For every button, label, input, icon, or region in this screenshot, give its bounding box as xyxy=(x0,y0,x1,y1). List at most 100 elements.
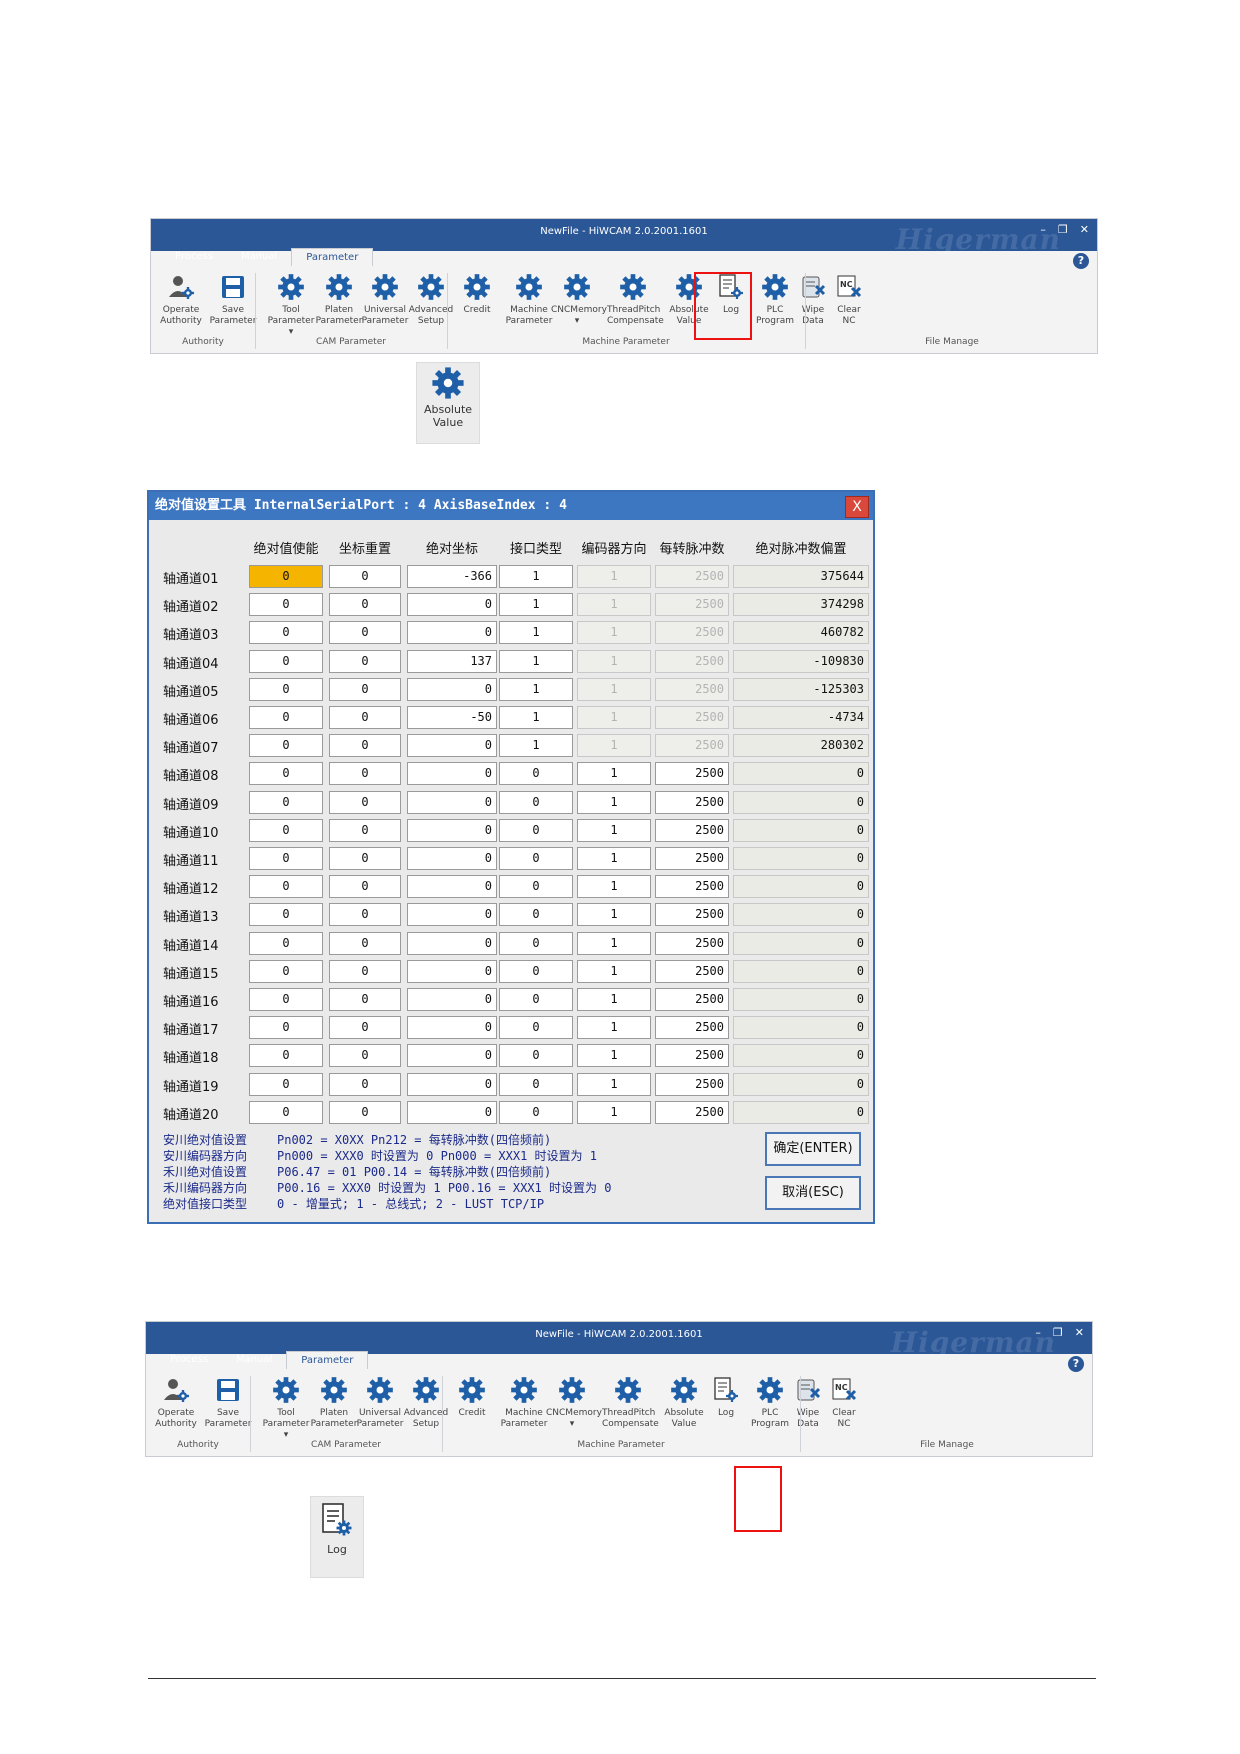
reset-cell[interactable]: 0 xyxy=(329,1100,401,1124)
enable-cell[interactable]: 0 xyxy=(249,1072,323,1096)
interface-type-cell[interactable]: 0 xyxy=(499,931,573,955)
encoder-dir-cell[interactable]: 1 xyxy=(577,903,651,927)
enable-cell[interactable]: 0 xyxy=(249,847,323,870)
thread-pitch-compensate-button[interactable]: ThreadPitch Compensate xyxy=(607,269,664,327)
clear-nc-button[interactable]: NC Clear NC xyxy=(818,1372,870,1430)
abs-coord-cell[interactable]: 0 xyxy=(407,931,497,955)
reset-cell[interactable]: 0 xyxy=(329,988,401,1011)
dialog-close-button[interactable]: X xyxy=(845,496,869,518)
reset-cell[interactable]: 0 xyxy=(329,649,401,673)
machine-parameter-button[interactable]: Machine Parameter xyxy=(503,269,555,327)
interface-type-cell[interactable]: 0 xyxy=(499,988,573,1011)
reset-cell[interactable]: 0 xyxy=(329,790,401,814)
abs-coord-cell[interactable]: 0 xyxy=(407,1016,497,1040)
tab-manual[interactable]: Manual xyxy=(227,248,291,266)
advanced-setup-button[interactable]: Advanced Setup xyxy=(405,269,457,327)
platen-parameter-button[interactable]: Platen Parameter xyxy=(313,269,365,327)
enable-cell[interactable]: 0 xyxy=(249,818,323,842)
enable-cell[interactable]: 0 xyxy=(249,875,323,899)
help-icon[interactable]: ? xyxy=(1073,253,1089,269)
ppr-cell[interactable]: 2500 xyxy=(655,959,729,983)
reset-cell[interactable]: 0 xyxy=(329,734,401,758)
interface-type-cell[interactable]: 0 xyxy=(499,1016,573,1040)
ppr-cell[interactable]: 2500 xyxy=(655,988,729,1011)
reset-cell[interactable]: 0 xyxy=(329,847,401,870)
enable-cell[interactable]: 0 xyxy=(249,762,323,786)
encoder-dir-cell[interactable]: 1 xyxy=(577,1044,651,1068)
abs-coord-cell[interactable]: 0 xyxy=(407,1072,497,1096)
reset-cell[interactable]: 0 xyxy=(329,565,401,588)
interface-type-cell[interactable]: 0 xyxy=(499,790,573,814)
reset-cell[interactable]: 0 xyxy=(329,931,401,955)
minimize-icon[interactable]: – xyxy=(1035,1326,1041,1339)
interface-type-cell[interactable]: 1 xyxy=(499,706,573,729)
interface-type-cell[interactable]: 0 xyxy=(499,875,573,899)
abs-coord-cell[interactable]: 0 xyxy=(407,959,497,983)
enable-cell[interactable]: 0 xyxy=(249,931,323,955)
abs-coord-cell[interactable]: 0 xyxy=(407,762,497,786)
ppr-cell[interactable]: 2500 xyxy=(655,847,729,870)
interface-type-cell[interactable]: 1 xyxy=(499,593,573,617)
abs-coord-cell[interactable]: 0 xyxy=(407,1100,497,1124)
encoder-dir-cell[interactable]: 1 xyxy=(577,988,651,1011)
interface-type-cell[interactable]: 0 xyxy=(499,762,573,786)
interface-type-cell[interactable]: 1 xyxy=(499,621,573,645)
encoder-dir-cell[interactable]: 1 xyxy=(577,1072,651,1096)
thread-pitch-compensate-button[interactable]: ThreadPitch Compensate xyxy=(602,1372,659,1430)
tab-manual[interactable]: Manual xyxy=(222,1351,286,1369)
interface-type-cell[interactable]: 1 xyxy=(499,565,573,588)
tab-parameter[interactable]: Parameter xyxy=(291,248,374,266)
ppr-cell[interactable]: 2500 xyxy=(655,790,729,814)
ppr-cell[interactable]: 2500 xyxy=(655,1100,729,1124)
tool-parameter-button[interactable]: Tool Parameter ▾ xyxy=(260,1372,312,1441)
encoder-dir-cell[interactable]: 1 xyxy=(577,847,651,870)
abs-coord-cell[interactable]: 0 xyxy=(407,593,497,617)
abs-coord-cell[interactable]: -366 xyxy=(407,565,497,588)
abs-coord-cell[interactable]: 0 xyxy=(407,847,497,870)
enable-cell[interactable]: 0 xyxy=(249,790,323,814)
abs-coord-cell[interactable]: 0 xyxy=(407,875,497,899)
universal-parameter-button[interactable]: Universal Parameter xyxy=(354,1372,406,1430)
abs-coord-cell[interactable]: 0 xyxy=(407,1044,497,1068)
ppr-cell[interactable]: 2500 xyxy=(655,903,729,927)
tab-parameter[interactable]: Parameter xyxy=(286,1351,369,1369)
enable-cell[interactable]: 0 xyxy=(249,677,323,701)
interface-type-cell[interactable]: 1 xyxy=(499,677,573,701)
interface-type-cell[interactable]: 1 xyxy=(499,649,573,673)
abs-coord-cell[interactable]: 0 xyxy=(407,818,497,842)
reset-cell[interactable]: 0 xyxy=(329,706,401,729)
enable-cell[interactable]: 0 xyxy=(249,988,323,1011)
close-icon[interactable]: ✕ xyxy=(1075,1326,1084,1339)
enable-cell[interactable]: 0 xyxy=(249,593,323,617)
enable-cell[interactable]: 0 xyxy=(249,959,323,983)
reset-cell[interactable]: 0 xyxy=(329,677,401,701)
reset-cell[interactable]: 0 xyxy=(329,959,401,983)
encoder-dir-cell[interactable]: 1 xyxy=(577,818,651,842)
ok-button[interactable]: 确定(ENTER) xyxy=(765,1132,861,1166)
interface-type-cell[interactable]: 0 xyxy=(499,959,573,983)
save-parameter-button[interactable]: Save Parameter xyxy=(207,269,259,327)
interface-type-cell[interactable]: 0 xyxy=(499,1072,573,1096)
ppr-cell[interactable]: 2500 xyxy=(655,875,729,899)
encoder-dir-cell[interactable]: 1 xyxy=(577,931,651,955)
enable-cell[interactable]: 0 xyxy=(249,903,323,927)
enable-cell[interactable]: 0 xyxy=(249,1100,323,1124)
minimize-icon[interactable]: – xyxy=(1040,223,1046,236)
encoder-dir-cell[interactable]: 1 xyxy=(577,762,651,786)
ppr-cell[interactable]: 2500 xyxy=(655,931,729,955)
abs-coord-cell[interactable]: -50 xyxy=(407,706,497,729)
platen-parameter-button[interactable]: Platen Parameter xyxy=(308,1372,360,1430)
abs-coord-cell[interactable]: 0 xyxy=(407,734,497,758)
help-icon[interactable]: ? xyxy=(1068,1356,1084,1372)
interface-type-cell[interactable]: 0 xyxy=(499,1100,573,1124)
reset-cell[interactable]: 0 xyxy=(329,1016,401,1040)
ppr-cell[interactable]: 2500 xyxy=(655,762,729,786)
operate-authority-button[interactable]: Operate Authority xyxy=(150,1372,202,1430)
abs-coord-cell[interactable]: 0 xyxy=(407,988,497,1011)
interface-type-cell[interactable]: 0 xyxy=(499,818,573,842)
tool-parameter-button[interactable]: Tool Parameter ▾ xyxy=(265,269,317,338)
tab-process[interactable]: Process xyxy=(161,248,227,266)
encoder-dir-cell[interactable]: 1 xyxy=(577,1016,651,1040)
reset-cell[interactable]: 0 xyxy=(329,762,401,786)
ppr-cell[interactable]: 2500 xyxy=(655,818,729,842)
